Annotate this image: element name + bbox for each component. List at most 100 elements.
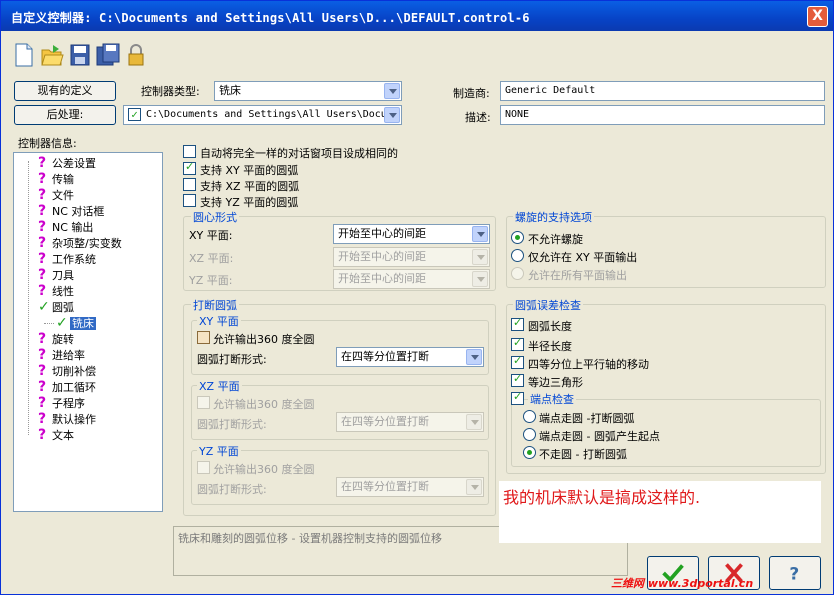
yz-allow-360-checkbox: [197, 461, 210, 474]
no-arc-break-label: 不走圆 - 打断圆弧: [539, 448, 627, 461]
xy-allow-360-checkbox[interactable]: [197, 331, 210, 344]
tree-item-linear[interactable]: ? 线性: [38, 283, 74, 299]
chevron-down-icon: [466, 414, 482, 430]
chevron-down-icon[interactable]: [384, 83, 400, 99]
no-arc-break-radio[interactable]: [523, 446, 536, 459]
chevron-down-icon: [466, 479, 482, 495]
endpoint-start-radio[interactable]: [523, 428, 536, 441]
support-xz-checkbox[interactable]: [183, 178, 196, 191]
check-icon: ✓: [128, 108, 141, 121]
open-folder-icon[interactable]: [39, 41, 65, 69]
lock-icon[interactable]: [123, 41, 149, 69]
endpoint-break-label: 端点走圆 -打断圆弧: [539, 412, 635, 425]
question-icon: ?: [38, 283, 47, 299]
support-yz-checkbox[interactable]: [183, 194, 196, 207]
controller-info-tree[interactable]: ? 公差设置 ? 传输 ? 文件 ? NC 对话框 ? NC 输出 ? 杂项整/实变数 ? 工…: [13, 152, 163, 512]
xy-break-form-select[interactable]: 在四等分位置打断: [336, 347, 484, 367]
yz-center-select: 开始至中心的间距: [333, 269, 490, 289]
help-button[interactable]: ?: [769, 556, 821, 590]
tree-item-arc[interactable]: ✓ 圆弧: [38, 299, 74, 315]
existing-definition-button[interactable]: 现有的定义: [14, 81, 116, 101]
yz-plane-label: YZ 平面:: [189, 274, 233, 287]
tree-item-misc-vars[interactable]: ? 杂项整/实变数: [38, 235, 122, 251]
tree-item-text[interactable]: ? 文本: [38, 427, 74, 443]
equilateral-label: 等边三角形: [528, 376, 583, 389]
tree-item-feedrate[interactable]: ? 进给率: [38, 347, 85, 363]
xz-break-form-select: 在四等分位置打断: [336, 412, 484, 432]
radius-length-label: 半径长度: [528, 340, 572, 353]
question-icon: ?: [38, 251, 47, 267]
question-icon: ?: [38, 187, 47, 203]
arc-length-checkbox[interactable]: [511, 316, 524, 331]
question-icon: ?: [38, 155, 47, 171]
chevron-down-icon[interactable]: [466, 349, 482, 365]
tree-item-rotary[interactable]: ? 旋转: [38, 331, 74, 347]
support-xy-checkbox[interactable]: [183, 160, 196, 175]
endpoint-start-label: 端点走圆 - 圆弧产生起点: [539, 430, 660, 443]
save-icon[interactable]: [67, 41, 93, 69]
endpoint-check-checkbox[interactable]: [511, 390, 524, 405]
tree-item-default-ops[interactable]: ? 默认操作: [38, 411, 96, 427]
xy-break-form-label: 圆弧打断形式:: [197, 353, 267, 366]
tree-item-nc-dialog[interactable]: ? NC 对话框: [38, 203, 104, 219]
xy-allow-360-label: 允许输出360 度全圆: [213, 333, 315, 346]
yz-break-form-label: 圆弧打断形式:: [197, 483, 267, 496]
title-bar[interactable]: 自定义控制器: C:\Documents and Settings\All Us…: [1, 1, 833, 31]
save-as-icon[interactable]: [95, 41, 121, 69]
auto-set-checkbox[interactable]: [183, 145, 196, 158]
xy-center-select[interactable]: 开始至中心的间距: [333, 224, 490, 244]
tree-item-work-system[interactable]: ? 工作系统: [38, 251, 96, 267]
helix-xy-only-radio[interactable]: [511, 249, 524, 262]
post-path-select[interactable]: ✓ C:\Documents and Settings\All Users\Do…: [123, 105, 402, 125]
question-icon: ?: [38, 171, 47, 187]
watermark-logo: 三维网 www.3dportal.cn: [611, 577, 754, 590]
question-icon: ?: [38, 411, 47, 427]
break-arc-xz-title: XZ 平面: [197, 378, 242, 394]
yz-break-form-select: 在四等分位置打断: [336, 477, 484, 497]
description-field[interactable]: NONE: [500, 105, 825, 125]
manufacturer-label: 制造商:: [453, 87, 490, 100]
question-icon: ?: [38, 347, 47, 363]
support-xz-label: 支持 XZ 平面的圆弧: [200, 180, 300, 193]
tree-item-file[interactable]: ? 文件: [38, 187, 74, 203]
question-icon: ?: [38, 331, 47, 347]
yz-allow-360-label: 允许输出360 度全圆: [213, 463, 315, 476]
controller-type-label: 控制器类型:: [141, 85, 200, 98]
controller-type-select[interactable]: 铣床: [214, 81, 402, 101]
helix-not-allowed-label: 不允许螺旋: [528, 233, 583, 246]
close-button[interactable]: X: [807, 6, 828, 27]
quadrant-move-label: 四等分位上平行轴的移动: [528, 358, 649, 371]
endpoint-break-radio[interactable]: [523, 410, 536, 423]
chevron-down-icon[interactable]: [384, 107, 400, 123]
break-arc-xy-title: XY 平面: [197, 313, 241, 329]
tree-item-nc-output[interactable]: ? NC 输出: [38, 219, 93, 235]
equilateral-checkbox[interactable]: [511, 372, 524, 387]
window-title: 自定义控制器: C:\Documents and Settings\All Us…: [11, 11, 530, 25]
tree-item-tolerance[interactable]: ? 公差设置: [38, 155, 96, 171]
tree-item-tool[interactable]: ? 刀具: [38, 267, 74, 283]
xz-break-form-label: 圆弧打断形式:: [197, 418, 267, 431]
helix-not-allowed-radio[interactable]: [511, 231, 524, 244]
tree-item-cycles[interactable]: ? 加工循环: [38, 379, 96, 395]
new-file-icon[interactable]: [11, 41, 37, 69]
svg-text:?: ?: [789, 564, 799, 584]
helix-all-planes-label: 允许在所有平面输出: [528, 269, 627, 282]
auto-set-label: 自动将完全一样的对话窗项目设成相同的: [200, 147, 398, 160]
post-processor-button[interactable]: 后处理:: [14, 105, 116, 125]
chevron-down-icon[interactable]: [472, 226, 488, 242]
helix-all-planes-radio: [511, 267, 524, 280]
chevron-down-icon: [472, 271, 488, 287]
tree-item-subprogram[interactable]: ? 子程序: [38, 395, 85, 411]
annotation-note: 我的机床默认是搞成这样的.: [499, 481, 821, 543]
question-icon: ?: [38, 219, 47, 235]
quadrant-move-checkbox[interactable]: [511, 354, 524, 369]
radius-length-checkbox[interactable]: [511, 336, 524, 351]
tree-item-cutter-comp[interactable]: ? 切削补偿: [38, 363, 96, 379]
break-arc-yz-title: YZ 平面: [197, 443, 241, 459]
manufacturer-field[interactable]: Generic Default: [500, 81, 825, 101]
tree-item-transfer[interactable]: ? 传输: [38, 171, 74, 187]
arc-length-label: 圆弧长度: [528, 320, 572, 333]
tree-item-mill[interactable]: ✓ 铣床: [56, 315, 96, 331]
tree-connector: [28, 161, 29, 435]
endpoint-check-title: 端点检查: [528, 391, 576, 407]
